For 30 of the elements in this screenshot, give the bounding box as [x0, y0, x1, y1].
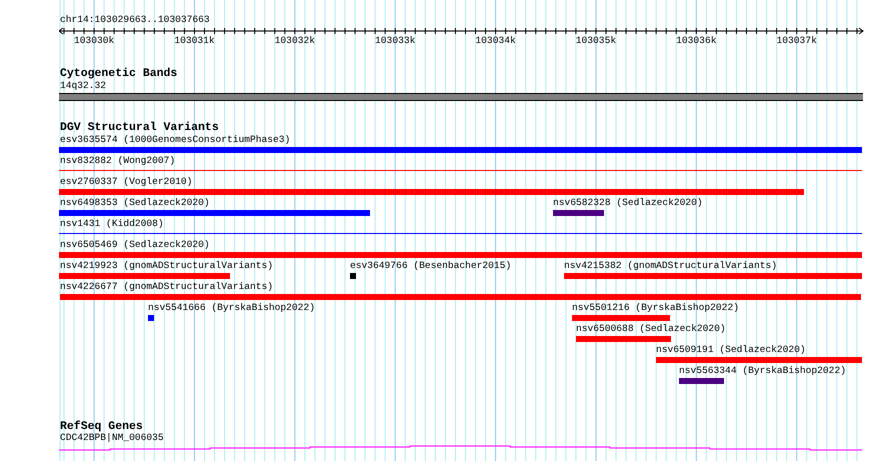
ruler-tick-label: 103037k [776, 36, 817, 46]
variant-label: esv3635574 (1000GenomesConsortiumPhase3) [60, 135, 290, 145]
track-title: Cytogenetic Bands [60, 68, 178, 80]
variant-label: esv3649766 (Besenbacher2015) [350, 261, 512, 271]
variant-label: nsv5501216 (ByrskaBishop2022) [572, 303, 739, 313]
variant-label: nsv6509191 (Sedlazeck2020) [656, 345, 806, 355]
variant-label: nsv4215382 (gnomADStructuralVariants) [564, 261, 778, 271]
ruler-tick-label: 103035k [576, 36, 616, 46]
variant-label: nsv832882 (Wong2007) [60, 156, 176, 166]
variant-label: nsv6505469 (Sedlazeck2020) [60, 240, 210, 250]
variant-label: nsv4219923 (gnomADStructuralVariants) [60, 261, 274, 271]
variant-label: nsv6498353 (Sedlazeck2020) [60, 198, 210, 208]
variant-label: nsv6582328 (Sedlazeck2020) [553, 198, 703, 208]
ruler-tick-label: 103036k [676, 36, 716, 46]
ruler-tick-label: 103034k [475, 36, 516, 46]
location-label: chr14:103029663..103037663 [60, 15, 210, 25]
ruler-tick-label: 103031k [174, 36, 215, 46]
gene-label: CDC42BPB|NM_006035 [60, 433, 164, 443]
ruler-tick-label: 103030k [74, 36, 114, 46]
variant-label: nsv6500688 (Sedlazeck2020) [576, 324, 726, 334]
variant-label: esv2760337 (Vogler2010) [60, 177, 192, 187]
variant-label: nsv4226677 (gnomADStructuralVariants) [60, 282, 274, 292]
ruler-tick-label: 103033k [375, 36, 416, 46]
track-title: RefSeq Genes [60, 421, 143, 432]
track-title: DGV Structural Variants [60, 122, 219, 134]
band-label: 14q32.32 [60, 81, 106, 91]
variant-label: nsv1431 (Kidd2008) [60, 219, 164, 229]
variant-label: nsv5563344 (ByrskaBishop2022) [679, 366, 846, 376]
ruler-tick-label: 103032k [274, 36, 315, 46]
variant-label: nsv5541666 (ByrskaBishop2022) [148, 303, 315, 313]
